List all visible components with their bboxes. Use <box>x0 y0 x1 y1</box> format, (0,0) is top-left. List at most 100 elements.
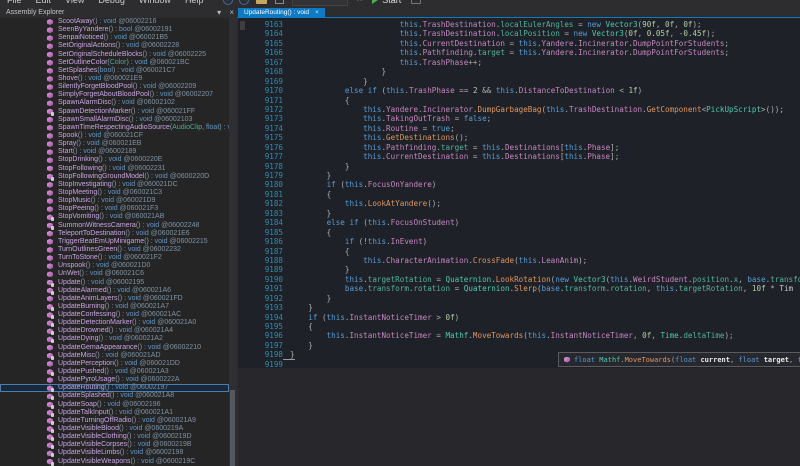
line-number[interactable]: 9166 <box>238 48 283 57</box>
line-number[interactable]: 9186 <box>238 237 283 246</box>
menu-window[interactable]: Window <box>139 0 171 5</box>
code-line-9185[interactable]: 9185 { <box>238 228 800 237</box>
menu-file[interactable]: File <box>7 0 22 5</box>
code-line-9194[interactable]: 9194 if (this.InstantNoticeTimer > 0f) <box>238 313 800 322</box>
menu-help[interactable]: Help <box>185 0 204 5</box>
tree-item-SetOriginalActions[interactable]: SetOriginalActions() : void @06002228 <box>0 42 229 50</box>
tree-item-UpdateVisibleWeapons[interactable]: UpdateVisibleWeapons() : void @0600219C <box>0 458 229 466</box>
line-number[interactable]: 9174 <box>238 124 283 133</box>
code-line-9174[interactable]: 9174 this.Routine = true; <box>238 124 800 133</box>
tree-item-StopMeeting[interactable]: StopMeeting() : void @060021C3 <box>0 189 229 197</box>
line-number[interactable]: 9178 <box>238 162 283 171</box>
code-line-9181[interactable]: 9181 { <box>238 190 800 199</box>
clear-search-icon[interactable]: × <box>356 0 362 5</box>
tree-item-UpdateSoap[interactable]: UpdateSoap() : void @06002196 <box>0 401 229 409</box>
tree-item-UpdateVisibleClothing[interactable]: UpdateVisibleClothing() : void @0600219D <box>0 433 229 441</box>
code-line-9171[interactable]: 9171 { <box>238 96 800 105</box>
code-line-9184[interactable]: 9184 else if (this.FocusOnStudent) <box>238 218 800 227</box>
tree-item-StopDrinking[interactable]: StopDrinking() : void @0600220E <box>0 156 229 164</box>
code-line-9176[interactable]: 9176 this.Pathfinding.target = this.Dest… <box>238 143 800 152</box>
tree-item-SetSplashes[interactable]: SetSplashes(bool) : void @060021C7 <box>0 67 229 75</box>
code-line-9164[interactable]: 9164 this.TrashDestination.localPosition… <box>238 29 800 38</box>
line-number[interactable]: 9198 <box>238 350 283 359</box>
code-line-9189[interactable]: 9189 } <box>238 265 800 274</box>
assembly-explorer-tree[interactable]: ScootAway() : void @06002216SeenByYander… <box>0 18 229 466</box>
toolbar-search-input[interactable] <box>292 0 348 6</box>
tree-item-SpawnDetectionMarker[interactable]: SpawnDetectionMarker() : void @060021FF <box>0 108 229 116</box>
tree-item-SilentlyForgetBloodPool[interactable]: SilentlyForgetBloodPool() : void @060022… <box>0 83 229 91</box>
line-number[interactable]: 9172 <box>238 105 283 114</box>
tree-item-UpdateAnimLayers[interactable]: UpdateAnimLayers() : void @060021FD <box>0 295 229 303</box>
code-line-9182[interactable]: 9182 this.LookAtYandere(); <box>238 199 800 208</box>
line-number[interactable]: 9180 <box>238 180 283 189</box>
code-line-9167[interactable]: 9167 this.TrashPhase++; <box>238 58 800 67</box>
tree-item-UpdateVisibleBlood[interactable]: UpdateVisibleBlood() : void @0600219A <box>0 425 229 433</box>
code-line-9173[interactable]: 9173 this.TakingOutTrash = false; <box>238 114 800 123</box>
code-editor[interactable]: 9163 this.TrashDestination.localEulerAng… <box>238 18 800 466</box>
code-line-9187[interactable]: 9187 { <box>238 247 800 256</box>
code-line-9196[interactable]: 9196 this.InstantNoticeTimer = Mathf.Mov… <box>238 331 800 340</box>
line-number[interactable]: 9169 <box>238 77 283 86</box>
line-number[interactable]: 9189 <box>238 265 283 274</box>
tree-item-SenpaiNoticed[interactable]: SenpaiNoticed() : void @060021B5 <box>0 34 229 42</box>
line-number[interactable]: 9187 <box>238 247 283 256</box>
tree-item-UpdateTalkInput[interactable]: UpdateTalkInput() : void @060021A1 <box>0 409 229 417</box>
line-number[interactable]: 9171 <box>238 96 283 105</box>
line-number[interactable]: 9179 <box>238 171 283 180</box>
line-number[interactable]: 9163 <box>238 20 283 29</box>
line-number[interactable]: 9168 <box>238 67 283 76</box>
tree-item-UpdateConfessing[interactable]: UpdateConfessing() : void @060021AC <box>0 311 229 319</box>
menu-debug[interactable]: Debug <box>98 0 125 5</box>
tree-item-StopPeeing[interactable]: StopPeeing() : void @060021F3 <box>0 205 229 213</box>
code-line-9178[interactable]: 9178 } <box>238 162 800 171</box>
tree-item-UpdateRouting[interactable]: UpdateRouting() : void @06002197 <box>0 384 229 392</box>
navigate-forward-icon[interactable]: → <box>239 0 249 5</box>
open-folder-icon[interactable] <box>256 0 267 4</box>
tree-item-StopFollowing[interactable]: StopFollowing() : void @06002231 <box>0 165 229 173</box>
line-number[interactable]: 9165 <box>238 39 283 48</box>
tree-item-UpdateDetectionMarker[interactable]: UpdateDetectionMarker() : void @060021A0 <box>0 319 229 327</box>
code-line-9193[interactable]: 9193 } <box>238 303 800 312</box>
code-line-9195[interactable]: 9195 { <box>238 322 800 331</box>
tree-item-SeenByYandere[interactable]: SeenByYandere() : bool @06002191 <box>0 26 229 34</box>
line-number[interactable]: 9197 <box>238 341 283 350</box>
tree-item-Start[interactable]: Start() : void @06002189 <box>0 148 229 156</box>
tree-item-UpdatePerception[interactable]: UpdatePerception() : void @060021DD <box>0 360 229 368</box>
tree-item-UpdateMisc[interactable]: UpdateMisc() : void @060021AD <box>0 352 229 360</box>
code-line-9192[interactable]: 9192 } <box>238 294 800 303</box>
tree-item-SummonWitnessCamera[interactable]: SummonWitnessCamera() : void @06002248 <box>0 222 229 230</box>
tree-item-Spray[interactable]: Spray() : void @060021EB <box>0 140 229 148</box>
tree-item-UnWet[interactable]: UnWet() : void @060021C6 <box>0 270 229 278</box>
tree-item-TurnToStone[interactable]: TurnToStone() : void @060021F2 <box>0 254 229 262</box>
code-line-9188[interactable]: 9188 this.CharacterAnimation.CrossFade(t… <box>238 256 800 265</box>
tree-item-ScootAway[interactable]: ScootAway() : void @06002216 <box>0 18 229 26</box>
tree-item-Spook[interactable]: Spook() : void @060021CF <box>0 132 229 140</box>
line-number[interactable]: 9176 <box>238 143 283 152</box>
tree-item-UpdateSplashed[interactable]: UpdateSplashed() : void @060021A8 <box>0 392 229 400</box>
tree-item-SpawnSmallAlarmDisc[interactable]: SpawnSmallAlarmDisc() : void @06002103 <box>0 116 229 124</box>
tree-item-UpdateBurning[interactable]: UpdateBurning() : void @060021A7 <box>0 303 229 311</box>
code-line-9163[interactable]: 9163 this.TrashDestination.localEulerAng… <box>238 20 800 29</box>
chevron-down-icon[interactable]: ▾ <box>217 8 221 17</box>
tree-item-UpdateVisibleLimbs[interactable]: UpdateVisibleLimbs() : void @06002198 <box>0 449 229 457</box>
tree-item-UpdateDying[interactable]: UpdateDying() : void @060021A2 <box>0 335 229 343</box>
tree-item-Update[interactable]: Update() : void @06002195 <box>0 279 229 287</box>
line-number[interactable]: 9192 <box>238 294 283 303</box>
tree-item-UpdateTurningOffRadio[interactable]: UpdateTurningOffRadio() : void @060021A9 <box>0 417 229 425</box>
code-line-9197[interactable]: 9197 } <box>238 341 800 350</box>
line-number[interactable]: 9173 <box>238 114 283 123</box>
tree-scrollbar-thumb[interactable] <box>230 390 235 466</box>
tree-item-SpawnTimeRespectingAudioSource[interactable]: SpawnTimeRespectingAudioSource(AudioClip… <box>0 124 229 132</box>
line-number[interactable]: 9183 <box>238 209 283 218</box>
line-number[interactable]: 9190 <box>238 275 283 284</box>
line-number[interactable]: 9182 <box>238 199 283 208</box>
tree-item-UpdateAlarmed[interactable]: UpdateAlarmed() : void @060021A6 <box>0 287 229 295</box>
tree-item-TurnOutlinesGreen[interactable]: TurnOutlinesGreen() : void @06002232 <box>0 246 229 254</box>
code-line-9165[interactable]: 9165 this.CurrentDestination = this.Yand… <box>238 39 800 48</box>
tree-item-TeleportToDestination[interactable]: TeleportToDestination() : void @060021E6 <box>0 230 229 238</box>
code-line-9180[interactable]: 9180 if (this.FocusOnYandere) <box>238 180 800 189</box>
line-number[interactable]: 9195 <box>238 322 283 331</box>
line-number[interactable]: 9194 <box>238 313 283 322</box>
line-number[interactable]: 9170 <box>238 86 283 95</box>
tree-item-UpdatePyroUsage[interactable]: UpdatePyroUsage() : void @0600222A <box>0 376 229 384</box>
